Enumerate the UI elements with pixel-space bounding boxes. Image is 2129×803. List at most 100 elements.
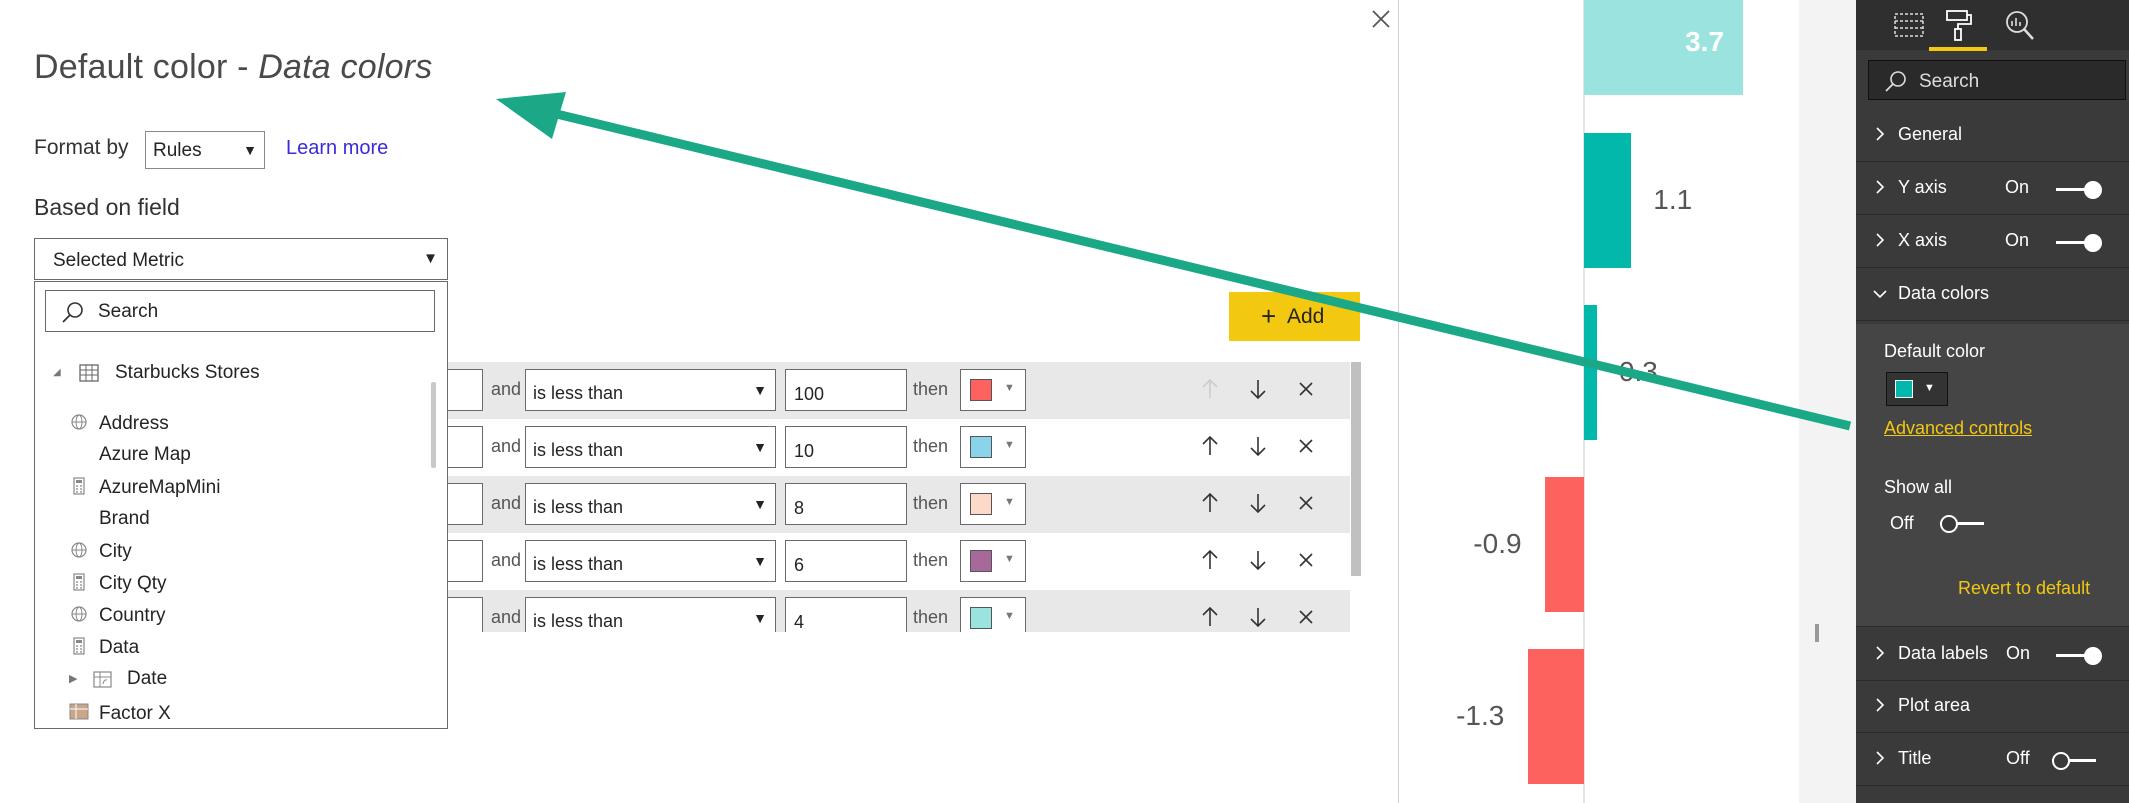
pane-search-input[interactable]: Search <box>1868 60 2126 100</box>
list-item-data[interactable]: Data <box>69 636 139 662</box>
table-icon <box>79 364 99 382</box>
and-label: and <box>491 379 522 399</box>
add-button-label: Add <box>1287 305 1325 328</box>
list-item-city-qty[interactable]: City Qty <box>69 572 167 598</box>
x-axis-toggle[interactable] <box>2056 234 2102 252</box>
rule-row: and is less than ▼ 10 then ▼ <box>440 419 1350 476</box>
list-item-azure-map[interactable]: Azure Map <box>69 444 191 470</box>
learn-more-link[interactable]: Learn more <box>286 137 388 160</box>
condition-select[interactable]: is less than ▼ <box>525 540 776 582</box>
title-toggle[interactable] <box>2052 752 2098 770</box>
delete-icon[interactable] <box>1294 604 1318 630</box>
rule-value-input[interactable]: 8 <box>785 483 907 525</box>
advanced-controls-link[interactable]: Advanced controls <box>1884 418 2032 439</box>
delete-icon[interactable] <box>1294 433 1318 459</box>
and-label: and <box>491 550 522 570</box>
color-swatch <box>970 493 992 515</box>
then-label: then <box>913 607 949 627</box>
color-picker[interactable]: ▼ <box>960 597 1026 632</box>
paint-roller-icon[interactable] <box>1941 8 1975 42</box>
rule-row: and is less than ▼ 8 then ▼ <box>440 476 1350 533</box>
color-picker[interactable]: ▼ <box>960 483 1026 525</box>
caret-down-icon: ▼ <box>753 496 767 512</box>
move-down-icon[interactable] <box>1246 433 1270 459</box>
section-x-axis[interactable]: X axis On <box>1856 214 2129 268</box>
delete-icon[interactable] <box>1294 376 1318 402</box>
collapse-triangle-icon: ◢ <box>53 367 61 378</box>
list-item-city[interactable]: City <box>69 540 132 566</box>
rule-value-input[interactable]: 6 <box>785 540 907 582</box>
move-down-icon[interactable] <box>1246 604 1270 630</box>
section-data-colors[interactable]: Data colors <box>1856 267 2129 321</box>
y-axis-toggle[interactable] <box>2056 181 2102 199</box>
revert-to-default-link[interactable]: Revert to default <box>1958 578 2090 599</box>
move-up-icon[interactable] <box>1198 376 1222 402</box>
section-y-axis[interactable]: Y axis On <box>1856 161 2129 215</box>
condition-select[interactable]: is less than ▼ <box>525 369 776 411</box>
close-icon[interactable] <box>1368 6 1394 32</box>
color-swatch <box>970 607 992 629</box>
move-up-icon[interactable] <box>1198 490 1222 516</box>
list-item-label: Address <box>99 413 169 434</box>
expand-triangle-icon: ▶ <box>69 673 78 685</box>
fields-tab-icon[interactable] <box>1892 8 1926 42</box>
show-all-toggle[interactable] <box>1940 515 1986 533</box>
move-down-icon[interactable] <box>1246 547 1270 573</box>
and-label: and <box>491 607 522 627</box>
condition-select[interactable]: is less than ▼ <box>525 483 776 525</box>
move-up-icon[interactable] <box>1198 433 1222 459</box>
list-item-label: Factor X <box>99 703 171 724</box>
rule-value-input[interactable]: 10 <box>785 426 907 468</box>
caret-down-icon: ▼ <box>753 553 767 569</box>
list-item-country[interactable]: Country <box>69 604 166 630</box>
rule-value-input[interactable]: 100 <box>785 369 907 411</box>
color-picker[interactable]: ▼ <box>960 426 1026 468</box>
analytics-magnifier-icon[interactable] <box>2002 8 2036 42</box>
rule-value-input[interactable]: 4 <box>785 597 907 632</box>
chart-bar[interactable] <box>1528 649 1584 784</box>
chart-bar[interactable] <box>1584 305 1597 440</box>
resize-handle[interactable] <box>1815 624 1819 642</box>
data-labels-toggle[interactable] <box>2056 647 2102 665</box>
format-by-select[interactable]: Rules ▼ <box>145 131 265 169</box>
list-item-azuremapmini[interactable]: AzureMapMini <box>69 476 220 502</box>
chevron-down-icon: ▼ <box>1004 496 1015 508</box>
section-label: Plot area <box>1898 695 1971 715</box>
rule-row: and is less than ▼ 100 then ▼ <box>440 362 1350 419</box>
field-search-placeholder: Search <box>98 301 159 322</box>
field-select[interactable]: Selected Metric ▼ <box>34 238 448 280</box>
section-title[interactable]: Title Off <box>1856 732 2129 786</box>
add-rule-button[interactable]: + Add <box>1229 292 1360 341</box>
delete-icon[interactable] <box>1294 490 1318 516</box>
list-item-address[interactable]: Address <box>69 412 169 438</box>
chart-bar[interactable] <box>1545 477 1584 612</box>
condition-select[interactable]: is less than ▼ <box>525 426 776 468</box>
section-data-labels[interactable]: Data labels On <box>1856 626 2129 681</box>
field-search-input[interactable]: Search <box>45 290 435 332</box>
rules-scrollbar[interactable] <box>1351 362 1361 576</box>
list-item-factor-x[interactable]: Factor X <box>69 702 171 728</box>
section-label: X axis <box>1898 230 1948 250</box>
chevron-right-icon <box>1876 127 1885 141</box>
condition-select[interactable]: is less than ▼ <box>525 597 776 632</box>
move-up-icon[interactable] <box>1198 604 1222 630</box>
delete-icon[interactable] <box>1294 547 1318 573</box>
condition-value: is less than <box>533 440 624 460</box>
section-general[interactable]: General <box>1856 108 2129 162</box>
chevron-right-icon <box>1876 233 1885 247</box>
default-color-picker[interactable]: ▼ <box>1886 372 1948 406</box>
search-icon <box>62 302 83 323</box>
list-item-brand[interactable]: Brand <box>69 508 150 534</box>
move-up-icon[interactable] <box>1198 547 1222 573</box>
color-picker[interactable]: ▼ <box>960 540 1026 582</box>
move-down-icon[interactable] <box>1246 376 1270 402</box>
section-label: General <box>1898 124 1963 144</box>
table-name: Starbucks Stores <box>115 362 260 383</box>
chevron-down-icon: ▼ <box>1004 610 1015 622</box>
move-down-icon[interactable] <box>1246 490 1270 516</box>
section-plot-area[interactable]: Plot area <box>1856 679 2129 733</box>
list-scrollbar[interactable] <box>431 382 436 468</box>
chart-margin <box>1799 0 1856 803</box>
chart-bar[interactable] <box>1584 133 1632 268</box>
color-picker[interactable]: ▼ <box>960 369 1026 411</box>
